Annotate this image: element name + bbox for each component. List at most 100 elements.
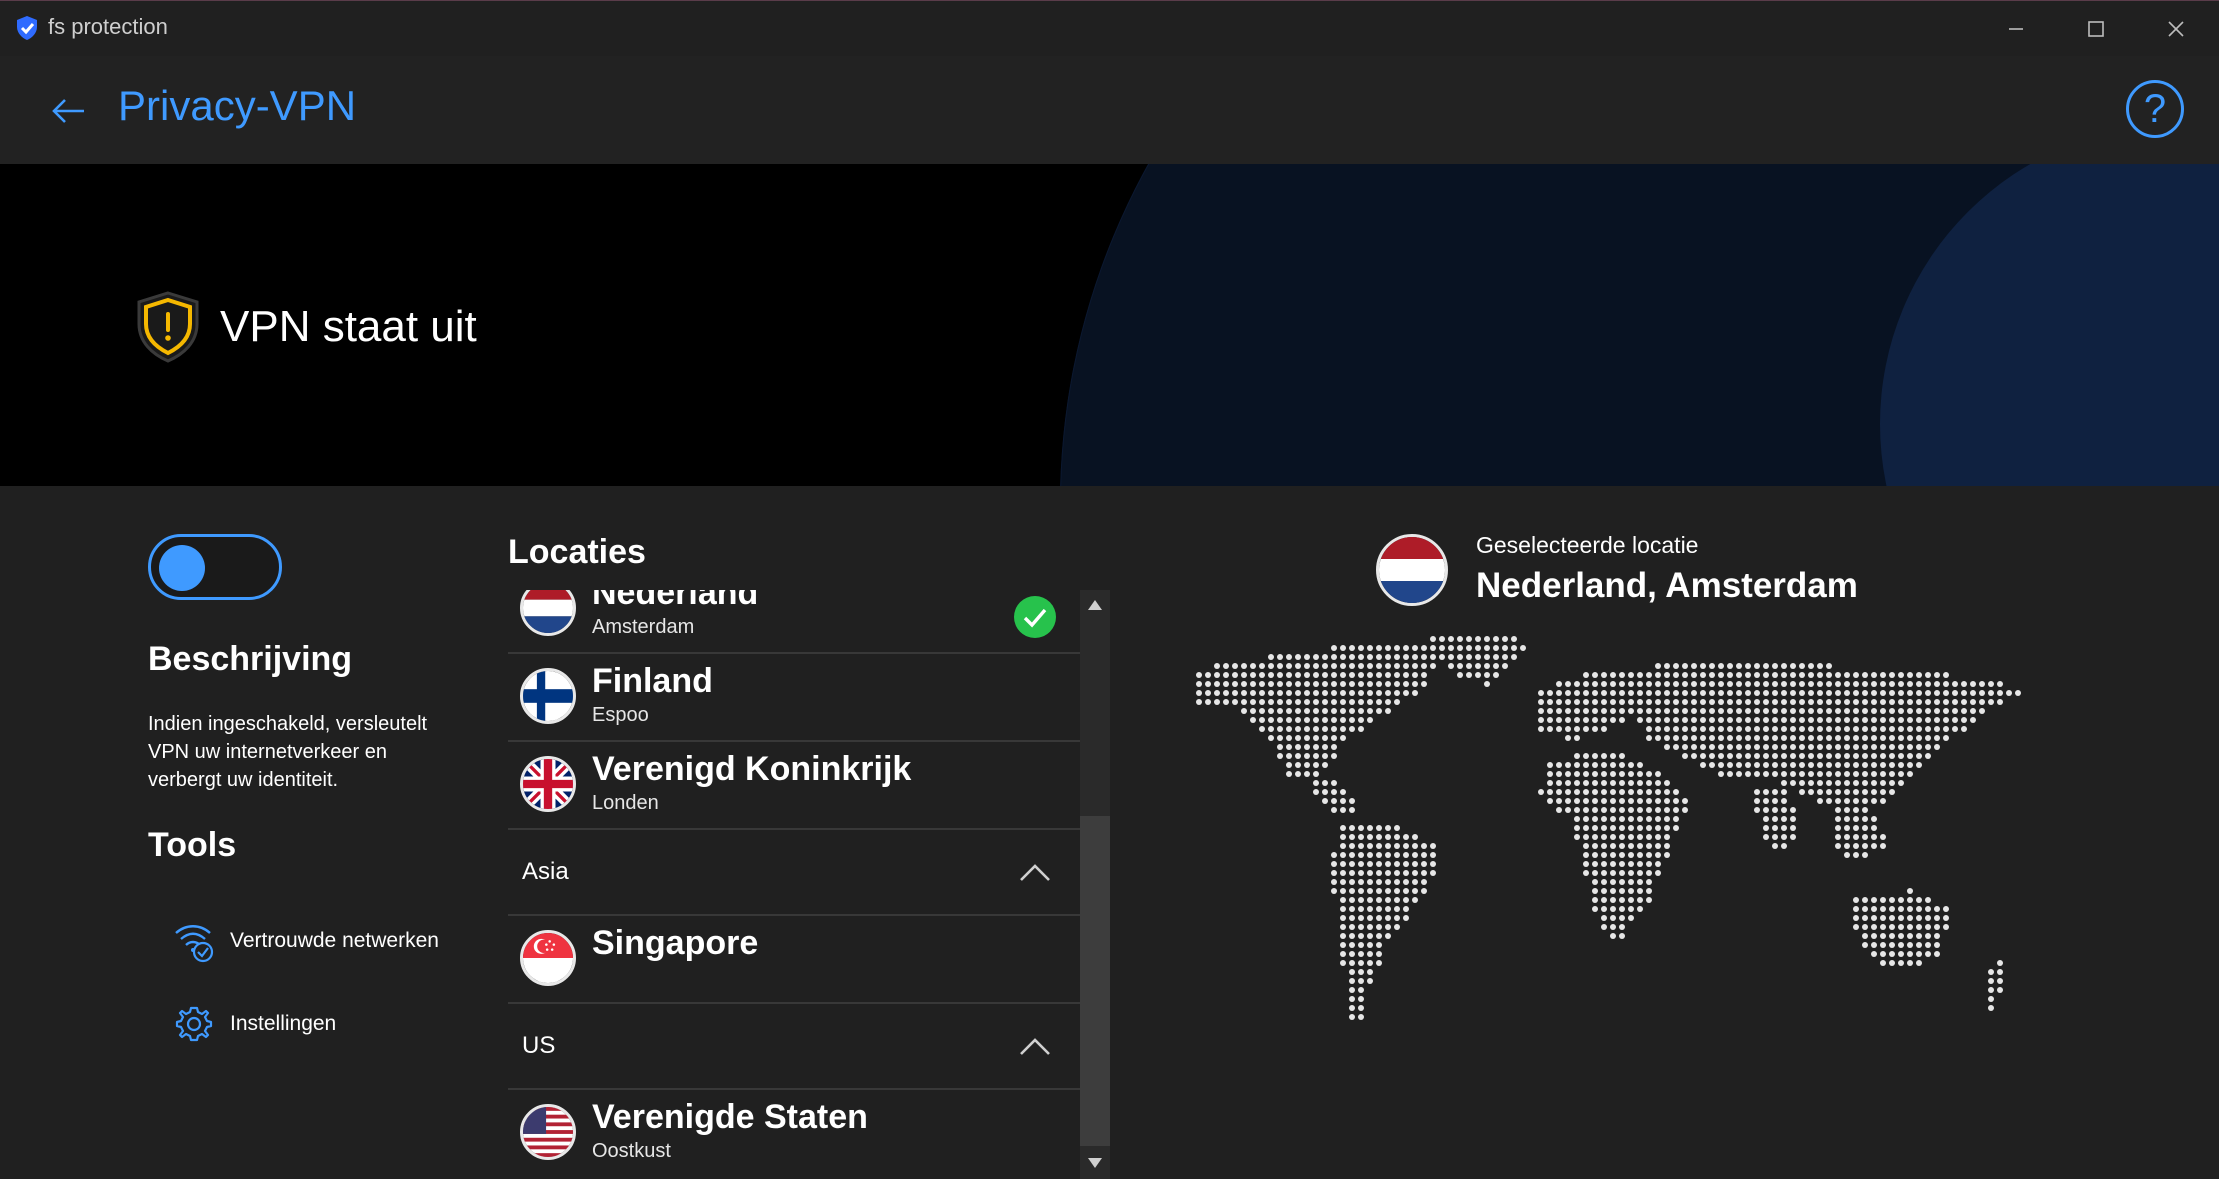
map-dot	[1394, 870, 1400, 876]
map-dot	[1871, 834, 1877, 840]
map-dot	[1304, 735, 1310, 741]
map-dot	[1394, 852, 1400, 858]
map-dot	[1898, 897, 1904, 903]
map-dot	[1727, 726, 1733, 732]
map-dot	[1835, 690, 1841, 696]
map-dot	[1430, 852, 1436, 858]
map-dot	[1943, 717, 1949, 723]
maximize-button[interactable]	[2056, 1, 2136, 57]
map-dot	[1871, 951, 1877, 957]
scroll-thumb[interactable]	[1080, 816, 1110, 1146]
map-dot	[1772, 663, 1778, 669]
map-dot	[1349, 690, 1355, 696]
map-dot	[1745, 771, 1751, 777]
map-dot	[1358, 924, 1364, 930]
map-dot	[1754, 726, 1760, 732]
map-dot	[1619, 672, 1625, 678]
scroll-down-icon[interactable]	[1086, 1156, 1104, 1170]
map-dot	[1862, 699, 1868, 705]
map-dot	[1826, 681, 1832, 687]
map-dot	[1997, 681, 2003, 687]
map-dot	[1412, 654, 1418, 660]
map-dot	[1223, 672, 1229, 678]
map-dot	[1952, 726, 1958, 732]
map-dot	[1943, 681, 1949, 687]
map-dot	[1592, 861, 1598, 867]
map-dot	[1547, 708, 1553, 714]
map-dot	[1277, 708, 1283, 714]
vpn-toggle[interactable]	[148, 534, 282, 600]
map-dot	[1295, 654, 1301, 660]
location-row-nederland[interactable]: Nederland Amsterdam	[508, 590, 1080, 654]
back-arrow-icon[interactable]	[50, 92, 88, 130]
map-dot	[1862, 762, 1868, 768]
map-dot	[1727, 735, 1733, 741]
location-row-finland[interactable]: Finland Espoo	[508, 654, 1080, 742]
map-dot	[1385, 888, 1391, 894]
location-row-uk[interactable]: Verenigd Koninkrijk Londen	[508, 742, 1080, 830]
map-dot	[1655, 807, 1661, 813]
map-dot	[1817, 753, 1823, 759]
group-header-asia[interactable]: Asia	[508, 830, 1080, 916]
map-dot	[1646, 843, 1652, 849]
map-dot	[1592, 870, 1598, 876]
map-dot	[1988, 681, 1994, 687]
map-dot	[1754, 753, 1760, 759]
map-dot	[1475, 663, 1481, 669]
map-dot	[1223, 690, 1229, 696]
map-dot	[1835, 789, 1841, 795]
map-dot	[1871, 753, 1877, 759]
map-dot	[1844, 852, 1850, 858]
map-dot	[1619, 843, 1625, 849]
map-dot	[1880, 942, 1886, 948]
map-dot	[1853, 735, 1859, 741]
map-dot	[1403, 915, 1409, 921]
map-dot	[1619, 708, 1625, 714]
map-dot	[1916, 726, 1922, 732]
map-dot	[1700, 717, 1706, 723]
map-dot	[1430, 861, 1436, 867]
close-button[interactable]	[2136, 1, 2216, 57]
map-dot	[1268, 690, 1274, 696]
map-dot	[1646, 825, 1652, 831]
map-dot	[1988, 690, 1994, 696]
map-dot	[1583, 717, 1589, 723]
map-dot	[1808, 744, 1814, 750]
map-dot	[1916, 762, 1922, 768]
map-dot	[1565, 717, 1571, 723]
map-dot	[1628, 762, 1634, 768]
map-dot	[1646, 789, 1652, 795]
map-dot	[1826, 744, 1832, 750]
trusted-networks-link[interactable]: Vertrouwde netwerken	[172, 916, 439, 966]
map-dot	[1349, 924, 1355, 930]
map-dot	[1421, 861, 1427, 867]
location-row-singapore[interactable]: Singapore	[508, 916, 1080, 1004]
map-dot	[1862, 681, 1868, 687]
location-row-united-states[interactable]: Verenigde Staten Oostkust	[508, 1090, 1080, 1169]
map-dot	[1574, 690, 1580, 696]
map-dot	[1619, 915, 1625, 921]
map-dot	[1592, 906, 1598, 912]
map-dot	[1340, 888, 1346, 894]
map-dot	[1439, 645, 1445, 651]
map-dot	[1358, 843, 1364, 849]
minimize-button[interactable]	[1976, 1, 2056, 57]
map-dot	[1403, 879, 1409, 885]
map-dot	[1547, 771, 1553, 777]
map-dot	[1241, 699, 1247, 705]
group-header-us[interactable]: US	[508, 1004, 1080, 1090]
scroll-up-icon[interactable]	[1086, 598, 1104, 612]
map-dot	[1367, 852, 1373, 858]
map-dot	[1421, 852, 1427, 858]
settings-link[interactable]: Instellingen	[172, 999, 336, 1049]
map-dot	[1889, 771, 1895, 777]
map-dot	[1376, 681, 1382, 687]
map-dot	[1367, 933, 1373, 939]
map-dot	[1763, 753, 1769, 759]
help-button[interactable]: ?	[2126, 80, 2184, 138]
locations-scrollbar[interactable]	[1080, 590, 1110, 1179]
map-dot	[1646, 717, 1652, 723]
map-dot	[1349, 951, 1355, 957]
map-dot	[1358, 870, 1364, 876]
map-dot	[1727, 663, 1733, 669]
